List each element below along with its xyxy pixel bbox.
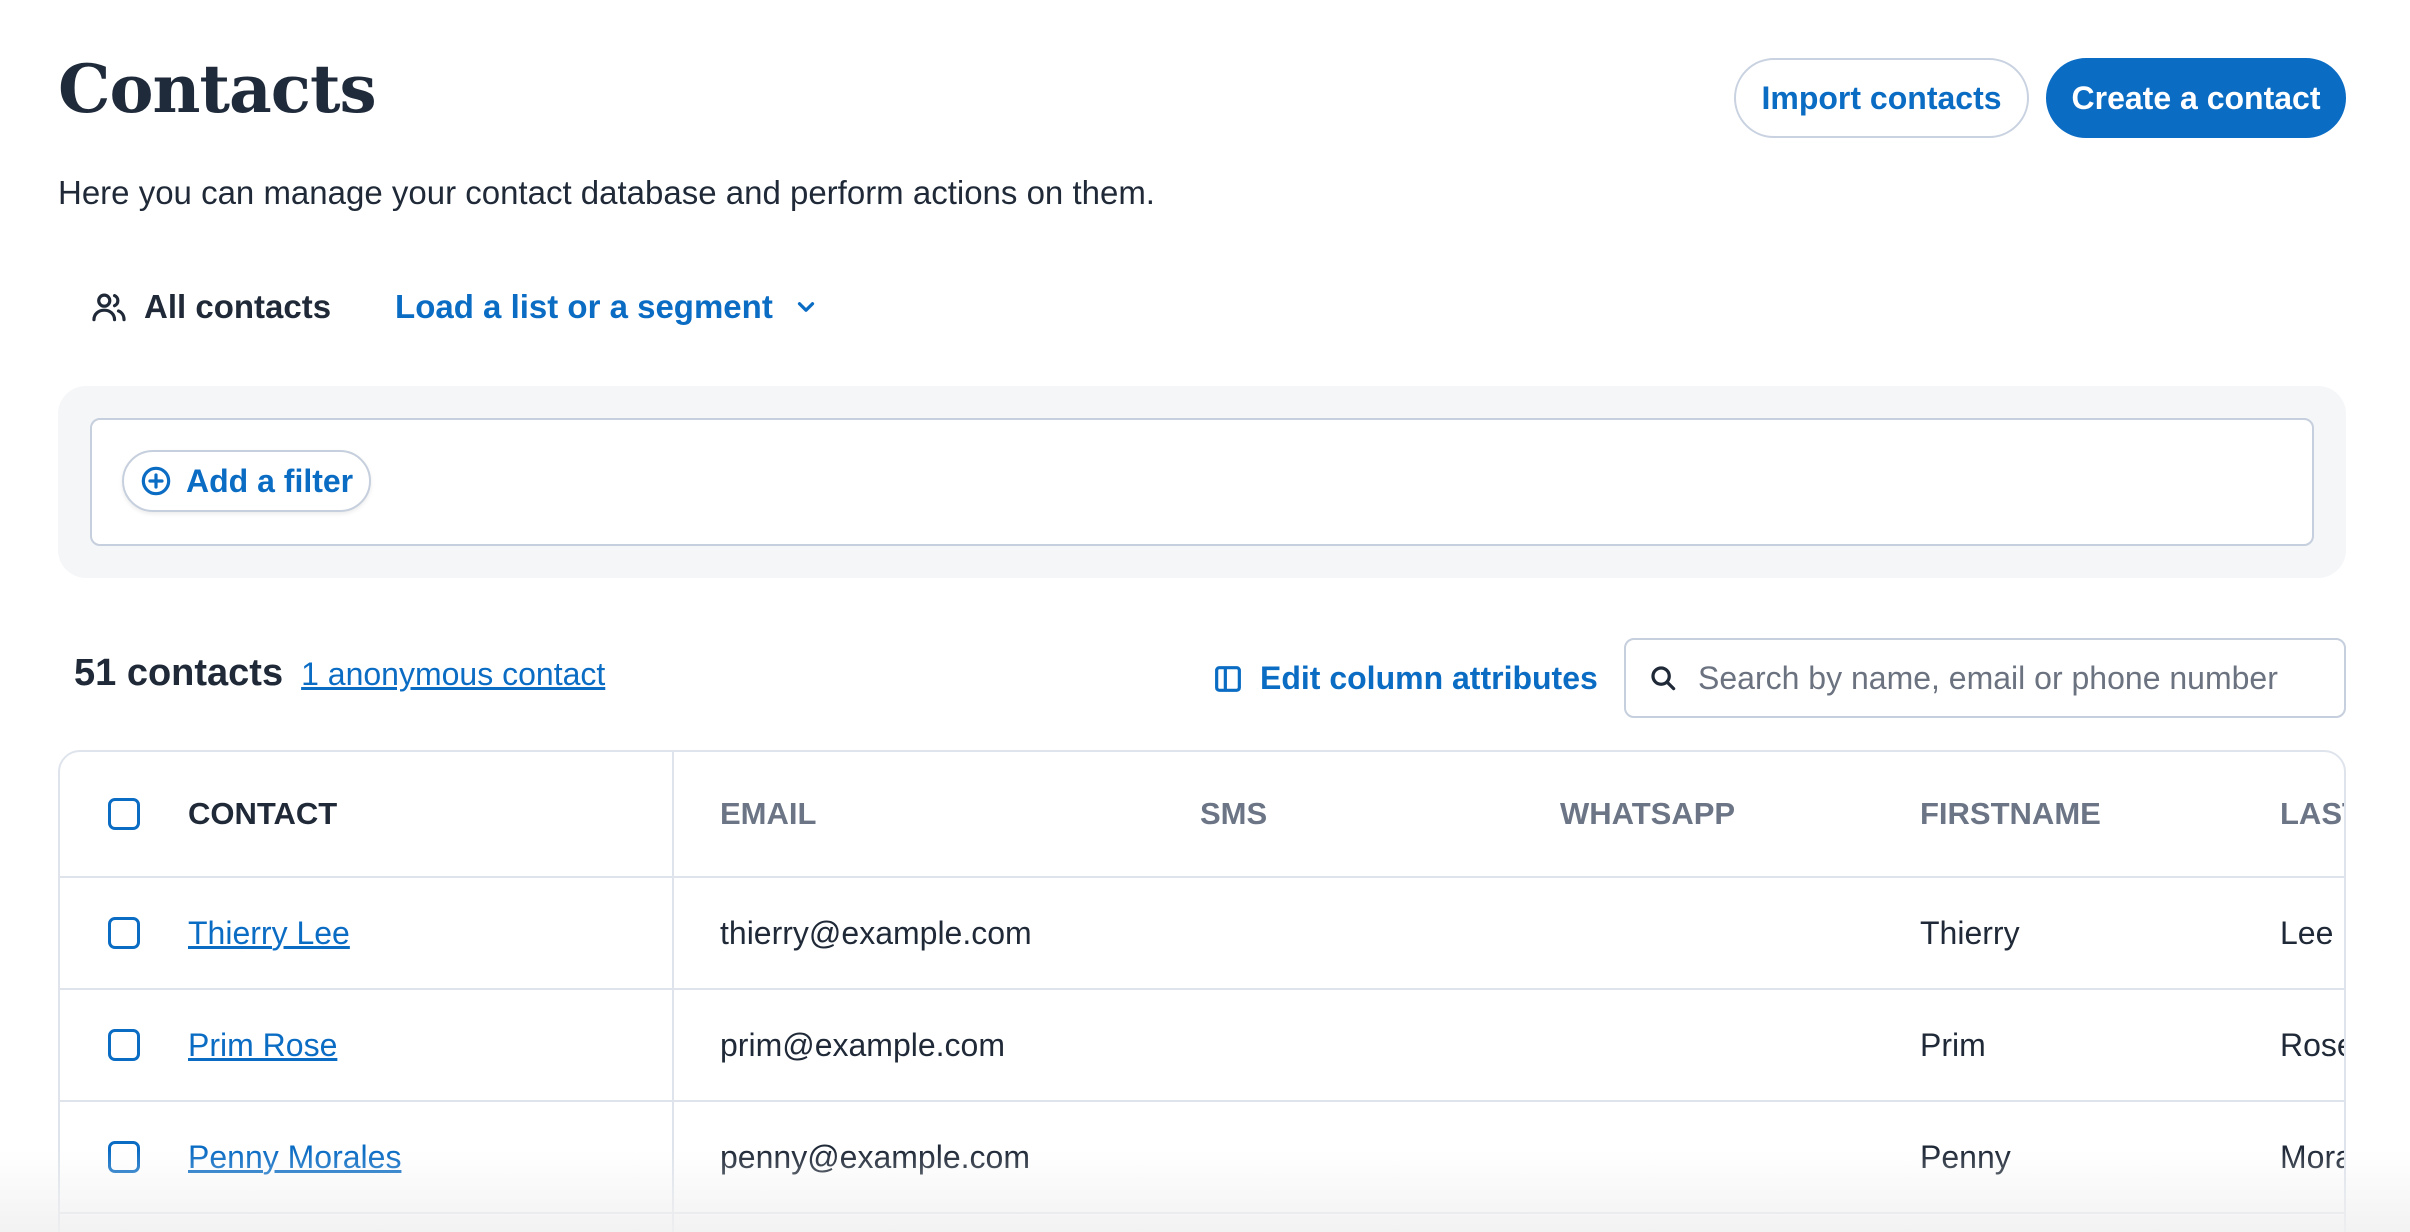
email-cell: penny@example.com: [720, 1138, 1030, 1175]
lastname-cell: Rose: [2280, 1026, 2344, 1063]
table-row[interactable]: Penny Morales penny@example.com Penny Mo…: [60, 1102, 2344, 1214]
contact-name-link[interactable]: Prim Rose: [188, 1027, 337, 1064]
firstname-cell: Prim: [1920, 1026, 1986, 1063]
column-header-lastname[interactable]: LAST: [2280, 752, 2344, 876]
firstname-cell: Thierry: [1920, 914, 2020, 951]
firstname-cell: Penny: [1920, 1138, 2011, 1175]
contact-name-cell: Prim Rose: [188, 990, 337, 1100]
row-checkbox[interactable]: [108, 990, 142, 1100]
column-header-sms[interactable]: SMS: [1200, 752, 1267, 876]
plus-circle-icon: [141, 466, 171, 496]
search-input[interactable]: [1698, 659, 2318, 697]
filter-box: Add a filter: [90, 418, 2314, 546]
contact-source-tabs: All contacts Load a list or a segment: [90, 282, 819, 332]
contact-name-cell: Penny Morales: [188, 1102, 401, 1212]
columns-icon: [1215, 665, 1241, 692]
contact-name-cell: Thierry Lee: [188, 878, 350, 988]
column-header-whatsapp[interactable]: WHATSAPP: [1560, 752, 1735, 876]
row-checkbox[interactable]: [108, 1102, 142, 1212]
lastname-cell: Mora: [2280, 1138, 2346, 1175]
row-checkbox[interactable]: [108, 878, 142, 988]
contact-count: 51 contacts: [74, 652, 284, 694]
filter-panel: Add a filter: [58, 386, 2346, 578]
table-row[interactable]: Prim Rose prim@example.com Prim Rose: [60, 990, 2344, 1102]
add-filter-button[interactable]: Add a filter: [122, 450, 372, 512]
contacts-table: CONTACT EMAIL SMS WHATSAPP FIRSTNAME LAS…: [58, 750, 2346, 1232]
edit-column-attributes-label: Edit column attributes: [1260, 660, 1598, 696]
contact-name-link[interactable]: Penny Morales: [188, 1139, 401, 1176]
create-contact-button[interactable]: Create a contact: [2046, 58, 2346, 138]
search-field[interactable]: [1624, 638, 2346, 718]
search-icon: [1651, 666, 1676, 691]
contact-name-link[interactable]: Thierry Lee: [188, 915, 350, 952]
page-title: Contacts: [58, 50, 377, 128]
email-cell: thierry@example.com: [720, 914, 1032, 951]
anonymous-contact-link[interactable]: 1 anonymous contact: [301, 656, 605, 693]
add-filter-label: Add a filter: [186, 462, 354, 499]
load-list-dropdown[interactable]: Load a list or a segment: [395, 288, 819, 326]
table-header-row: CONTACT EMAIL SMS WHATSAPP FIRSTNAME LAS…: [60, 752, 2344, 878]
column-header-firstname[interactable]: FIRSTNAME: [1920, 752, 2101, 876]
edit-column-attributes-button[interactable]: Edit column attributes: [1212, 660, 1598, 697]
table-row[interactable]: Thierry Lee thierry@example.com Thierry …: [60, 878, 2344, 990]
contact-summary: 51 contacts 1 anonymous contact: [74, 652, 605, 695]
load-list-label: Load a list or a segment: [395, 288, 773, 325]
tab-all-contacts[interactable]: All contacts: [90, 288, 331, 326]
column-header-email[interactable]: EMAIL: [720, 752, 816, 876]
page-subtitle: Here you can manage your contact databas…: [58, 174, 1155, 211]
select-all-checkbox[interactable]: [108, 752, 142, 876]
lastname-cell: Lee: [2280, 914, 2334, 951]
chevron-down-icon: [797, 302, 814, 312]
tab-all-contacts-label: All contacts: [144, 288, 332, 325]
column-header-contact[interactable]: CONTACT: [188, 752, 337, 876]
email-cell: prim@example.com: [720, 1026, 1005, 1063]
import-contacts-button[interactable]: Import contacts: [1734, 58, 2029, 138]
users-icon: [92, 293, 126, 322]
